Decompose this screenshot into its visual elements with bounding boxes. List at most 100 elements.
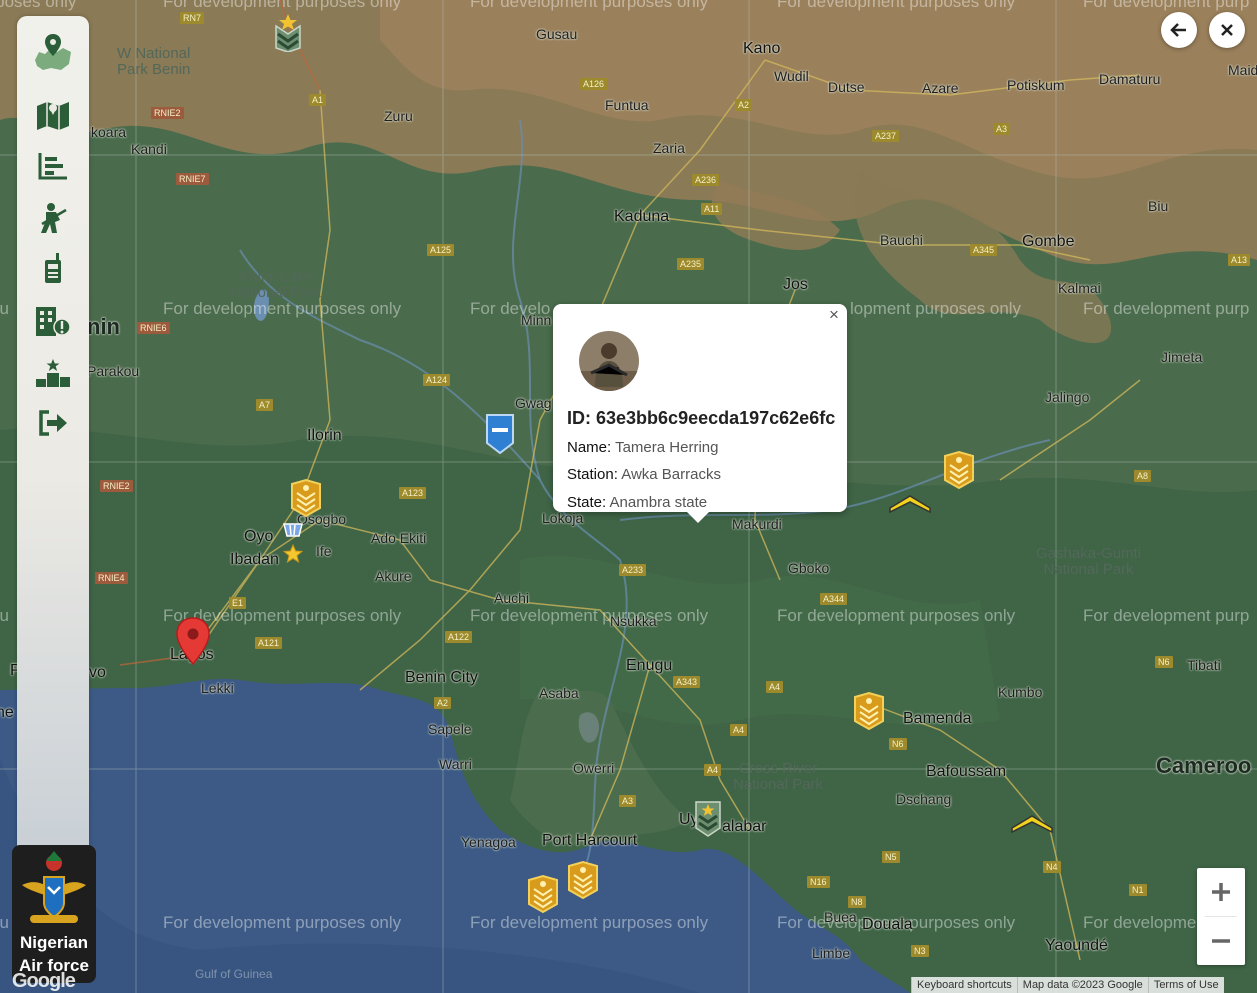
park-label: W National Park Benin: [117, 45, 191, 78]
city-label: Kaduna: [614, 208, 670, 225]
road-shield: A7: [256, 399, 274, 411]
personnel-station-row: Station: Awka Barracks: [567, 466, 721, 483]
personnel-id: ID: 63e3bb6c9eecda197c62e6fc: [567, 408, 835, 429]
city-label: Warri: [439, 756, 472, 772]
city-label: Dschang: [896, 791, 952, 807]
city-label: Ibadan: [230, 551, 279, 568]
city-label: Yenagoa: [461, 834, 516, 850]
watermark: For development purp: [1083, 299, 1250, 318]
shield-minus-icon[interactable]: [485, 413, 515, 460]
terms-link[interactable]: Terms of Use: [1147, 977, 1224, 993]
watermark: ou: [0, 913, 9, 932]
personnel-name-row: Name: Tamera Herring: [567, 439, 718, 456]
rank-insignia-icon[interactable]: [526, 874, 560, 919]
rank-chevron-star-icon[interactable]: [274, 10, 302, 57]
nigeria-map-pin-icon: [35, 34, 71, 70]
city-label: Minn: [521, 312, 552, 328]
park-label: Gashaka-Gumti National Park: [1036, 545, 1142, 578]
city-label: Port Harcourt: [542, 832, 638, 849]
road-shield: A344: [820, 593, 848, 605]
city-label: Auchi: [494, 590, 530, 606]
road-shield: A2: [434, 697, 452, 709]
city-label: Lekki: [201, 680, 234, 696]
sidebar-item-personnel[interactable]: [31, 198, 75, 238]
chevron-rank-icon[interactable]: [888, 492, 932, 519]
watermark: For development purposes only: [163, 299, 402, 318]
zoom-out-button[interactable]: [1197, 917, 1245, 965]
city-label: alabar: [722, 818, 767, 835]
star-icon[interactable]: [282, 543, 304, 569]
rank-insignia-icon[interactable]: [942, 450, 976, 495]
building-location-icon: [36, 307, 71, 336]
city-label: Nsukka: [610, 613, 657, 629]
arrow-left-icon: [1170, 23, 1186, 37]
rank-chevron-star-icon[interactable]: [694, 798, 722, 843]
sidebar-item-dashboard[interactable]: [31, 32, 75, 72]
sidebar-item-map[interactable]: [31, 95, 75, 135]
city-label: Bauchi: [880, 232, 923, 248]
road-shield: RNIE6: [137, 322, 170, 334]
folded-map-icon: [37, 102, 69, 130]
road-shield: A125: [427, 244, 455, 256]
keyboard-shortcuts-link[interactable]: Keyboard shortcuts: [911, 977, 1017, 993]
logout-icon: [39, 410, 67, 436]
road-shield: A343: [673, 676, 701, 688]
sidebar-item-radio[interactable]: [31, 248, 75, 288]
road-shield: N3: [911, 945, 929, 957]
chevron-rank-icon[interactable]: [1010, 812, 1054, 839]
road-shield: N16: [807, 876, 830, 888]
sidebar: [17, 16, 89, 846]
road-shield: A121: [255, 637, 283, 649]
watermark: ou: [0, 299, 9, 318]
road-shield: N4: [1043, 861, 1061, 873]
minus-icon: [1212, 939, 1230, 943]
watermark: ou: [0, 606, 9, 625]
city-label: Yaoundé: [1045, 937, 1108, 954]
sidebar-item-stations[interactable]: [31, 301, 75, 341]
city-label: Gboko: [788, 560, 830, 576]
city-label: Douala: [862, 916, 913, 933]
rank-insignia-icon[interactable]: [852, 691, 886, 736]
map-pin-marker-icon[interactable]: [176, 617, 210, 670]
close-button[interactable]: [1209, 12, 1245, 48]
podium-icon: [36, 359, 70, 387]
zoom-in-button[interactable]: [1197, 868, 1245, 916]
station-value: Awka Barracks: [621, 466, 721, 483]
personnel-info-popup: × ID: 63e3bb6c9eecda197c62e6fc Name: Tam…: [553, 304, 847, 523]
close-icon: [1221, 24, 1233, 36]
road-shield: A122: [445, 631, 473, 643]
sidebar-item-statistics[interactable]: [31, 146, 75, 186]
watermark: For development purposes only: [470, 0, 709, 11]
state-value: Anambra state: [609, 494, 708, 511]
road-shield: A4: [730, 724, 748, 736]
country-label: nin: [87, 314, 120, 339]
watermark: lopment purposes only: [850, 299, 1022, 318]
road-shield: A3: [619, 795, 637, 807]
road-shield: A13: [1228, 254, 1251, 266]
state-label: State:: [567, 494, 607, 511]
rank-insignia-icon[interactable]: [566, 860, 600, 905]
google-logo: Google: [12, 970, 76, 992]
city-label: Gombe: [1022, 233, 1075, 250]
popup-close-button[interactable]: ×: [825, 306, 843, 324]
sidebar-item-ranks[interactable]: [31, 353, 75, 393]
medal-ribbon-icon[interactable]: [282, 522, 304, 543]
city-label: Akure: [375, 568, 412, 584]
city-label: Gusau: [536, 26, 578, 42]
park-label: Cross River National Park: [733, 760, 824, 793]
city-label: Zaria: [653, 140, 685, 156]
city-label: Jos: [783, 276, 808, 293]
road-shield: A345: [970, 244, 998, 256]
road-shield: A237: [872, 130, 900, 142]
back-button[interactable]: [1161, 12, 1197, 48]
city-label: Kano: [743, 40, 781, 57]
road-shield: A11: [701, 203, 723, 215]
rank-insignia-icon[interactable]: [289, 478, 323, 523]
road-shield: N6: [889, 738, 907, 750]
city-label: Benin City: [405, 669, 478, 686]
city-label: Lokoja: [542, 510, 584, 526]
city-label: Dutse: [828, 79, 865, 95]
sea-label: Gulf of Guinea: [195, 967, 273, 981]
watermark: For development purposes only: [470, 913, 709, 932]
sidebar-item-logout[interactable]: [31, 403, 75, 443]
